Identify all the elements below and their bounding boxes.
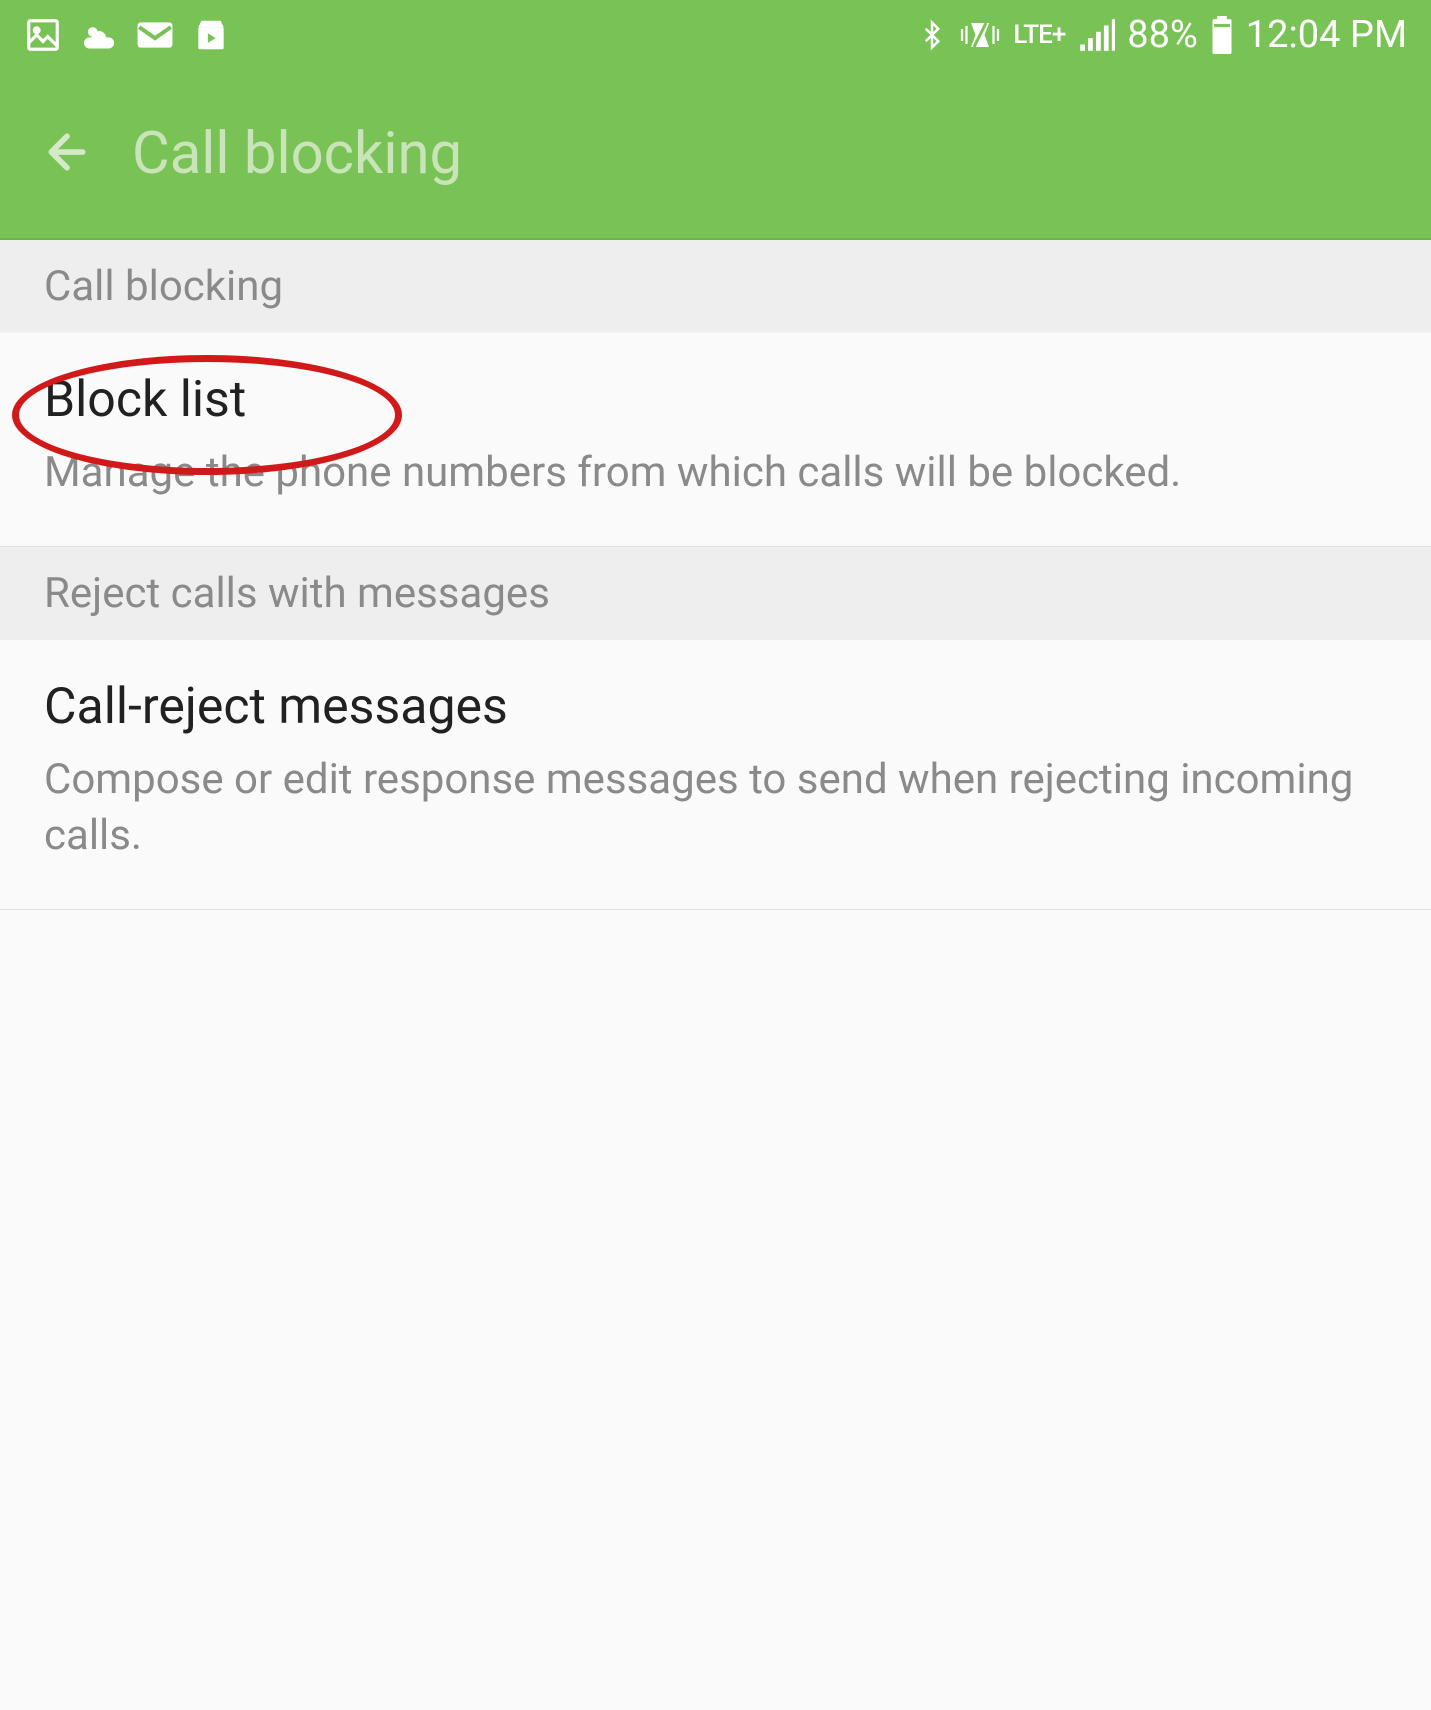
- gmail-icon: [136, 16, 174, 54]
- block-list-item[interactable]: Block list Manage the phone numbers from…: [0, 333, 1431, 547]
- section-header-call-blocking: Call blocking: [0, 240, 1431, 333]
- back-button[interactable]: [40, 125, 94, 183]
- status-bar: LTE+ 88% 12:04 PM: [0, 0, 1431, 70]
- empty-content-area: [0, 910, 1431, 1710]
- block-list-description: Manage the phone numbers from which call…: [44, 445, 1387, 502]
- weather-icon: [80, 16, 118, 54]
- call-reject-description: Compose or edit response messages to sen…: [44, 752, 1387, 865]
- gallery-icon: [24, 16, 62, 54]
- block-list-title: Block list: [44, 371, 1387, 429]
- vibrate-icon: [959, 16, 1001, 54]
- clock-time: 12:04 PM: [1246, 13, 1407, 57]
- section-header-reject-calls: Reject calls with messages: [0, 547, 1431, 640]
- call-reject-title: Call-reject messages: [44, 678, 1387, 736]
- play-store-icon: [192, 16, 230, 54]
- app-header: Call blocking: [0, 70, 1431, 240]
- status-left-icons: [24, 16, 230, 54]
- signal-icon: [1077, 16, 1115, 54]
- bluetooth-icon: [917, 16, 947, 54]
- battery-percent: 88%: [1127, 13, 1198, 57]
- network-type-icon: LTE+: [1013, 20, 1065, 50]
- status-right: LTE+ 88% 12:04 PM: [917, 13, 1407, 57]
- battery-icon: [1210, 16, 1234, 54]
- call-reject-messages-item[interactable]: Call-reject messages Compose or edit res…: [0, 640, 1431, 910]
- page-title: Call blocking: [132, 120, 462, 188]
